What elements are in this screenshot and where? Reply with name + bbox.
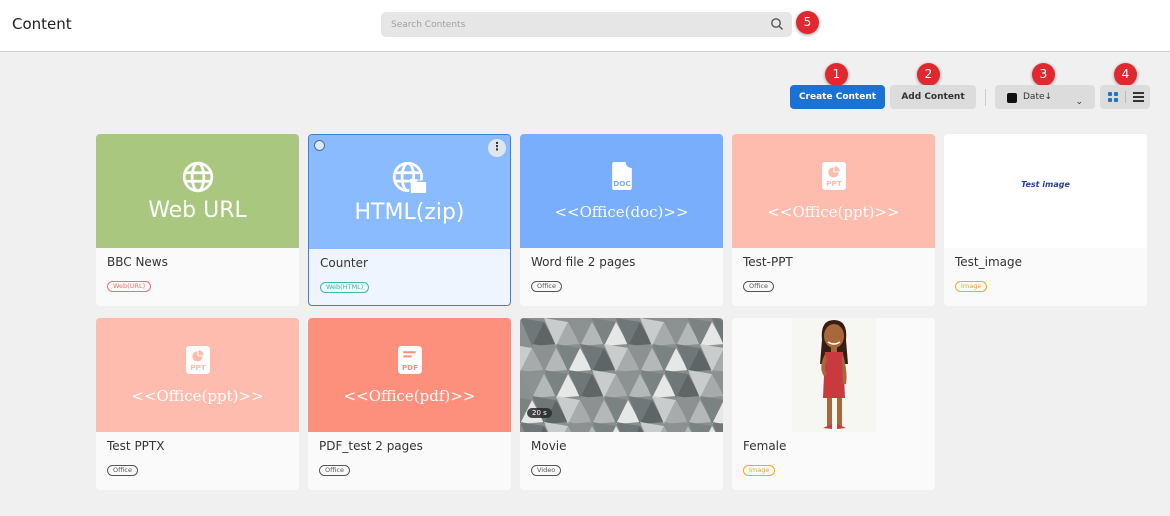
toolbar-divider	[985, 89, 986, 106]
select-checkbox[interactable]	[314, 140, 325, 151]
card-title: Female	[743, 439, 787, 453]
content-card[interactable]: PDF <<Office(pdf)>> PDF_test 2 pages Offi…	[308, 318, 511, 490]
annotation-badge-3: 3	[1032, 63, 1055, 86]
card-thumbnail[interactable]: PPT <<Office(ppt)>>	[732, 134, 935, 248]
ppt-file-icon: PPT	[185, 346, 210, 374]
file-type-label: PDF	[401, 363, 417, 372]
card-thumbnail[interactable]	[732, 318, 935, 432]
card-thumbnail[interactable]: 20 s	[520, 318, 723, 432]
card-thumbnail[interactable]: DOC <<Office(doc)>>	[520, 134, 723, 248]
annotation-badge-2: 2	[917, 63, 940, 86]
content-card[interactable]: DOC <<Office(doc)>> Word file 2 pages Off…	[520, 134, 723, 306]
type-tag: Video	[531, 465, 562, 476]
type-tag: Office	[319, 465, 350, 476]
globe-folder-icon	[392, 161, 428, 195]
content-card[interactable]: 20 s Movie Video	[520, 318, 723, 490]
duration-badge: 20 s	[527, 408, 552, 418]
thumbnail-label: HTML(zip)	[354, 199, 465, 225]
content-card[interactable]: Web URL BBC News Web(URL)	[96, 134, 299, 306]
card-thumbnail[interactable]: Test image	[944, 134, 1147, 248]
annotation-badge-5: 5	[796, 11, 819, 34]
annotation-badge-1: 1	[825, 63, 848, 86]
sort-label: Date↓	[1023, 92, 1053, 102]
calendar-icon	[1007, 93, 1017, 103]
ppt-file-icon: PPT	[821, 162, 846, 190]
view-toggle	[1100, 85, 1150, 109]
pdf-file-icon: PDF	[397, 346, 422, 374]
content-card[interactable]: PPT <<Office(ppt)>> Test-PPT Office	[732, 134, 935, 306]
card-thumbnail[interactable]: Web URL	[96, 134, 299, 248]
card-title: Word file 2 pages	[531, 255, 636, 269]
card-title: Test PPTX	[107, 439, 165, 453]
thumbnail-label: <<Office(ppt)>>	[767, 203, 900, 221]
card-thumbnail[interactable]: PDF <<Office(pdf)>>	[308, 318, 511, 432]
search-icon[interactable]	[770, 17, 784, 31]
thumbnail-label: <<Office(pdf)>>	[343, 387, 476, 405]
file-type-label: PPT	[826, 179, 842, 188]
grid-view-icon[interactable]	[1108, 92, 1118, 102]
image-thumbnail: Test image	[1021, 179, 1070, 189]
view-divider	[1125, 91, 1126, 103]
list-view-icon[interactable]	[1133, 92, 1144, 104]
page-title: Content	[12, 15, 72, 33]
content-card[interactable]: Test image Test_image Image	[944, 134, 1147, 306]
thumbnail-label: <<Office(ppt)>>	[131, 387, 264, 405]
header: Content 5	[0, 0, 1170, 52]
card-thumbnail[interactable]: PPT <<Office(ppt)>>	[96, 318, 299, 432]
doc-file-icon: DOC	[611, 162, 632, 190]
create-content-button[interactable]: Create Content	[790, 85, 885, 109]
more-options-icon[interactable]: ⋮	[488, 139, 506, 157]
type-tag: Web(URL)	[107, 281, 152, 292]
file-type-label: PPT	[190, 363, 206, 372]
annotation-badge-4: 4	[1114, 63, 1137, 86]
card-thumbnail[interactable]: HTML(zip)	[309, 135, 510, 249]
card-title: Counter	[320, 256, 368, 270]
content-card[interactable]: HTML(zip) ⋮ Counter Web(HTML)	[308, 134, 511, 306]
card-title: PDF_test 2 pages	[319, 439, 423, 453]
add-content-button[interactable]: Add Content	[890, 85, 976, 109]
type-tag: Image	[955, 281, 988, 292]
sort-dropdown[interactable]: Date↓ ⌄	[995, 85, 1095, 109]
chevron-down-icon: ⌄	[1075, 97, 1083, 107]
file-type-label: DOC	[613, 179, 630, 188]
card-title: Movie	[531, 439, 567, 453]
type-tag: Web(HTML)	[320, 282, 370, 293]
thumbnail-label: <<Office(doc)>>	[554, 203, 689, 221]
type-tag: Office	[107, 465, 138, 476]
female-illustration	[791, 318, 876, 432]
type-tag: Office	[743, 281, 774, 292]
type-tag: Image	[743, 465, 776, 476]
card-title: Test_image	[955, 255, 1023, 269]
thumbnail-label: Web URL	[148, 197, 247, 223]
search-input[interactable]	[381, 12, 792, 37]
type-tag: Office	[531, 281, 562, 292]
content-card[interactable]: Female Image	[732, 318, 935, 490]
content-card[interactable]: PPT <<Office(ppt)>> Test PPTX Office	[96, 318, 299, 490]
card-title: Test-PPT	[743, 255, 793, 269]
globe-icon	[182, 161, 213, 192]
card-title: BBC News	[107, 255, 168, 269]
